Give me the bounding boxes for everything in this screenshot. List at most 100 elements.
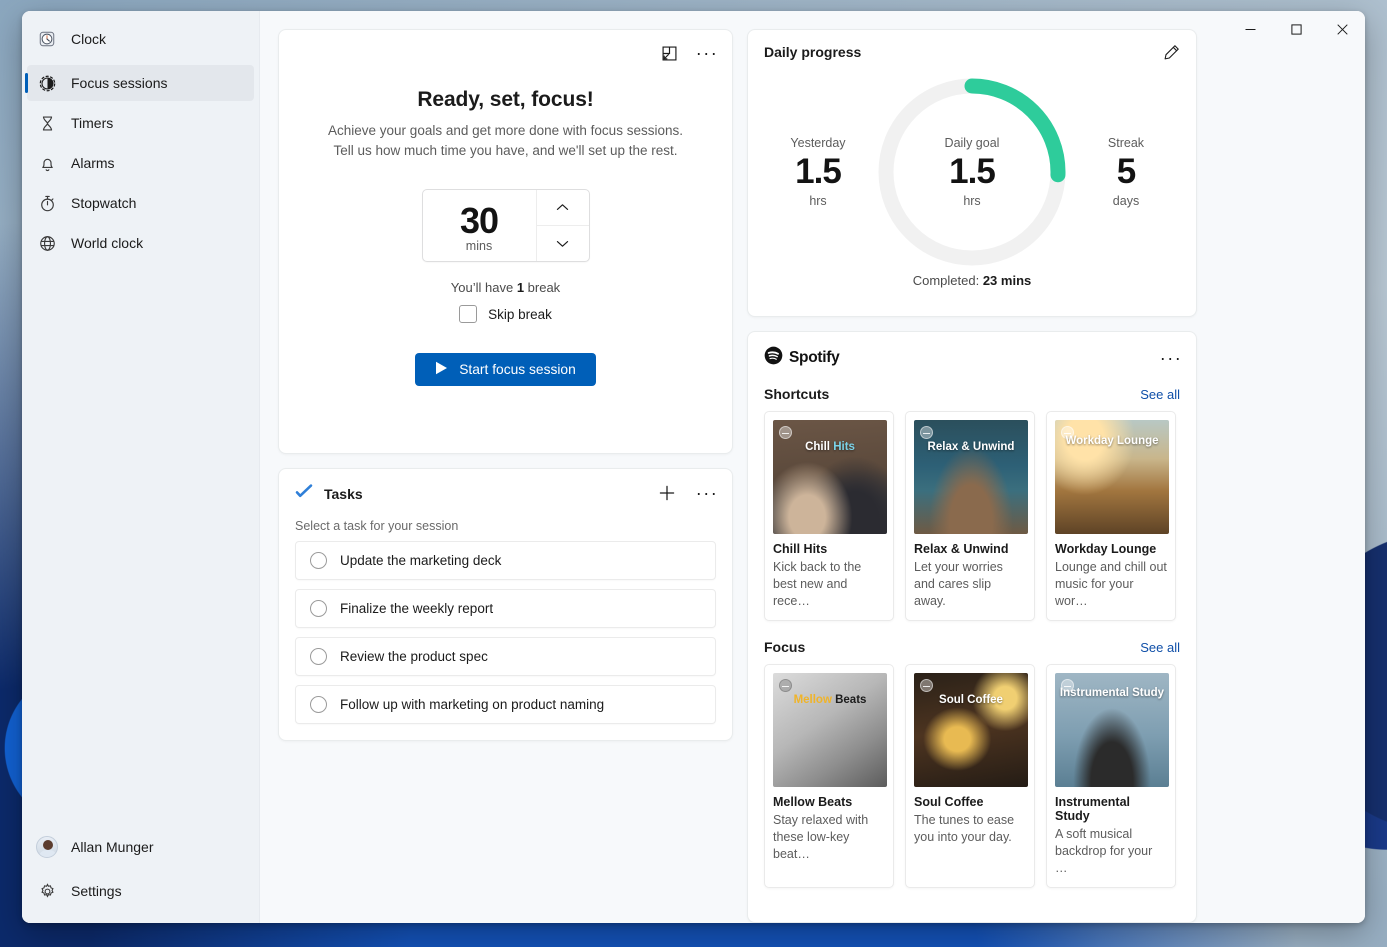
playlist-artwork-text: Mellow Beats: [773, 693, 887, 707]
spotify-wordmark: Spotify: [789, 349, 839, 367]
focus-card-subtitle-line1: Achieve your goals and get more done wit…: [297, 121, 714, 141]
playlist-name: Workday Lounge: [1055, 542, 1167, 556]
more-options-icon[interactable]: ···: [696, 482, 718, 504]
sidebar-item-label-stopwatch: Stopwatch: [71, 195, 136, 211]
tile-row-focus: Mellow Beats Mellow Beats Stay relaxed w…: [764, 664, 1180, 888]
mini-view-icon[interactable]: [658, 42, 680, 64]
account-name-label: Allan Munger: [71, 839, 154, 855]
stat-yesterday-value: 1.5: [764, 150, 872, 194]
artwork-text-main: Soul Coffee: [939, 694, 1003, 706]
tile-row-shortcuts: Chill Hits Chill Hits Kick back to the b…: [764, 411, 1180, 621]
playlist-artwork-text: Workday Lounge: [1055, 434, 1169, 448]
playlist-artwork: Workday Lounge: [1055, 420, 1169, 534]
section-title-shortcuts: Shortcuts: [764, 386, 829, 402]
break-note-suffix: break: [524, 280, 560, 295]
tasks-card-tools: ···: [656, 482, 718, 504]
section-header-shortcuts: Shortcuts See all: [764, 386, 1180, 402]
duration-unit: mins: [423, 239, 536, 253]
duration-row: 30 mins: [297, 189, 714, 262]
see-all-focus-link[interactable]: See all: [1140, 640, 1180, 655]
playlist-tile[interactable]: Mellow Beats Mellow Beats Stay relaxed w…: [764, 664, 894, 888]
sidebar-item-focus-sessions[interactable]: Focus sessions: [27, 65, 254, 101]
skip-break-row[interactable]: Skip break: [297, 305, 714, 323]
section-header-focus: Focus See all: [764, 639, 1180, 655]
duration-stepper: [536, 190, 589, 261]
add-icon[interactable]: [656, 482, 678, 504]
bell-icon: [37, 153, 57, 173]
play-icon: [435, 361, 448, 378]
main-content: ··· Ready, set, focus! Achieve your goal…: [260, 11, 1365, 923]
task-radio-icon[interactable]: [310, 648, 327, 665]
avatar: [37, 837, 57, 857]
playlist-artwork: Relax & Unwind: [914, 420, 1028, 534]
duration-spinner[interactable]: 30 mins: [422, 189, 590, 262]
task-row[interactable]: Review the product spec: [295, 637, 716, 676]
playlist-description: Kick back to the best new and rece…: [773, 559, 885, 610]
duration-decrease-button[interactable]: [537, 226, 589, 261]
stat-daily-goal-caption: Daily goal: [945, 136, 1000, 150]
sidebar-item-world-clock[interactable]: World clock: [27, 225, 254, 261]
playlist-artwork: Instrumental Study: [1055, 673, 1169, 787]
task-radio-icon[interactable]: [310, 600, 327, 617]
tasks-card-title: Tasks: [324, 486, 363, 502]
daily-goal-center: Daily goal 1.5 hrs: [872, 72, 1072, 272]
playlist-name: Relax & Unwind: [914, 542, 1026, 556]
sidebar-item-label-alarms: Alarms: [71, 155, 115, 171]
break-note-prefix: You’ll have: [451, 280, 517, 295]
minimize-button[interactable]: [1227, 11, 1273, 47]
task-label: Review the product spec: [340, 649, 488, 664]
task-radio-icon[interactable]: [310, 552, 327, 569]
sidebar-item-account[interactable]: Allan Munger: [27, 829, 254, 865]
close-button[interactable]: [1319, 11, 1365, 47]
task-row[interactable]: Finalize the weekly report: [295, 589, 716, 628]
sidebar-spacer: [22, 263, 259, 827]
playlist-badge-icon: [779, 679, 792, 692]
spotify-logo: Spotify: [764, 346, 839, 370]
spotify-card-tools: ···: [1160, 347, 1182, 369]
duration-increase-button[interactable]: [537, 190, 589, 226]
task-row[interactable]: Follow up with marketing on product nami…: [295, 685, 716, 724]
playlist-tile[interactable]: Relax & Unwind Relax & Unwind Let your w…: [905, 411, 1035, 621]
more-options-icon[interactable]: ···: [696, 42, 718, 64]
break-note: You’ll have 1 break: [297, 280, 714, 295]
playlist-tile[interactable]: Workday Lounge Workday Lounge Lounge and…: [1046, 411, 1176, 621]
task-radio-icon[interactable]: [310, 696, 327, 713]
playlist-tile[interactable]: Soul Coffee Soul Coffee The tunes to eas…: [905, 664, 1035, 888]
artwork-text-main: Chill: [805, 441, 833, 453]
more-options-icon[interactable]: ···: [1160, 347, 1182, 369]
clock-app-window: Clock Focus sessions Timers: [22, 11, 1365, 923]
left-column: ··· Ready, set, focus! Achieve your goal…: [278, 29, 733, 923]
sidebar-item-alarms[interactable]: Alarms: [27, 145, 254, 181]
duration-value: 30: [423, 200, 536, 242]
daily-goal-ring: Daily goal 1.5 hrs: [872, 72, 1072, 272]
playlist-name: Chill Hits: [773, 542, 885, 556]
start-focus-session-label: Start focus session: [459, 362, 576, 377]
app-title-item: Clock: [27, 21, 254, 57]
stopwatch-icon: [37, 193, 57, 213]
maximize-button[interactable]: [1273, 11, 1319, 47]
stat-streak-unit: days: [1072, 194, 1180, 208]
stat-streak-caption: Streak: [1072, 136, 1180, 150]
sidebar-item-timers[interactable]: Timers: [27, 105, 254, 141]
duration-display[interactable]: 30 mins: [423, 190, 536, 261]
playlist-name: Mellow Beats: [773, 795, 885, 809]
sidebar-item-settings[interactable]: Settings: [27, 873, 254, 909]
pencil-icon[interactable]: [1160, 41, 1182, 63]
app-title-label: Clock: [71, 31, 106, 47]
sidebar-item-stopwatch[interactable]: Stopwatch: [27, 185, 254, 221]
skip-break-checkbox[interactable]: [459, 305, 477, 323]
playlist-description: Stay relaxed with these low-key beat…: [773, 812, 885, 863]
start-focus-session-button[interactable]: Start focus session: [415, 353, 596, 386]
globe-icon: [37, 233, 57, 253]
todo-check-icon: [295, 483, 313, 506]
break-note-count: 1: [517, 280, 524, 295]
playlist-artwork-text: Relax & Unwind: [914, 440, 1028, 454]
stat-yesterday: Yesterday 1.5 hrs: [764, 136, 872, 208]
navigation-sidebar: Clock Focus sessions Timers: [22, 11, 260, 923]
task-row[interactable]: Update the marketing deck: [295, 541, 716, 580]
focus-icon: [37, 73, 57, 93]
playlist-tile[interactable]: Instrumental Study Instrumental Study A …: [1046, 664, 1176, 888]
playlist-tile[interactable]: Chill Hits Chill Hits Kick back to the b…: [764, 411, 894, 621]
see-all-shortcuts-link[interactable]: See all: [1140, 387, 1180, 402]
focus-card-title: Ready, set, focus!: [297, 88, 714, 112]
